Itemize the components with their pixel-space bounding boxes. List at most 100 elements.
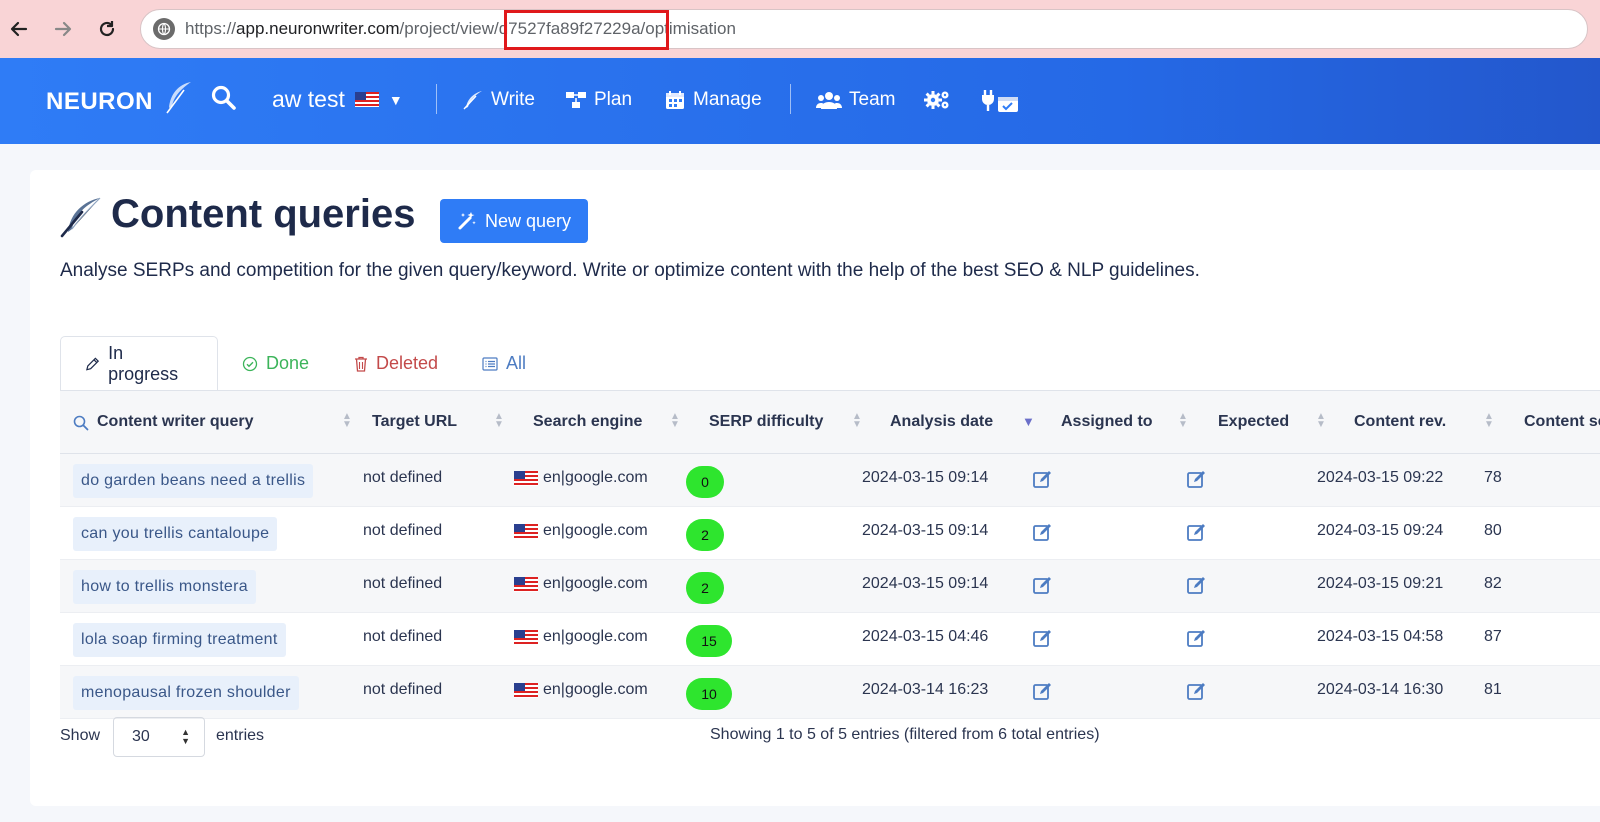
query-link[interactable]: lola soap firming treatment <box>73 623 286 657</box>
settings-button[interactable] <box>924 89 950 111</box>
browser-toolbar: https://app.neuronwriter.com/project/vie… <box>0 0 1600 58</box>
expected-edit-icon[interactable] <box>1186 468 1208 490</box>
sort-icon[interactable]: ▲ ▼ <box>852 412 862 430</box>
target-url-cell: not defined <box>363 469 443 486</box>
entries-per-page-select[interactable]: 30 ▲ ▼ <box>113 717 205 757</box>
nav-plan[interactable]: Plan <box>565 89 632 111</box>
col-content-score[interactable]: Content sc <box>1524 413 1600 431</box>
search-engine-text: en|google.com <box>543 628 648 645</box>
table-row: menopausal frozen shoulder not defined en|… <box>60 666 1600 719</box>
serp-difficulty-badge: 0 <box>686 466 724 498</box>
app-header: NEURON aw test ▼ Write Plan Manage Team <box>0 58 1600 144</box>
chevron-down-icon: ▼ <box>388 91 403 108</box>
header-divider <box>790 84 791 114</box>
search-engine-cell: en|google.com <box>514 575 648 593</box>
sort-icon[interactable]: ▲ ▼ <box>494 412 504 430</box>
col-analysis-date[interactable]: Analysis date <box>890 413 993 431</box>
tab-deleted[interactable]: Deleted <box>330 336 462 391</box>
calendar-icon <box>666 91 684 109</box>
tab-all[interactable]: All <box>458 336 550 391</box>
nav-team[interactable]: Team <box>816 89 895 111</box>
query-link[interactable]: how to trellis monstera <box>73 570 256 604</box>
url-highlight-box <box>504 10 669 50</box>
search-engine-text: en|google.com <box>543 469 648 486</box>
assign-edit-icon[interactable] <box>1032 468 1054 490</box>
analysis-date-cell: 2024-03-15 04:46 <box>862 628 989 645</box>
back-arrow-icon[interactable] <box>4 14 34 44</box>
analysis-date-cell: 2024-03-15 09:14 <box>862 575 989 592</box>
integrations-button[interactable] <box>980 89 1022 113</box>
show-label: Show <box>60 727 101 744</box>
tab-done-label: Done <box>266 353 310 373</box>
table-info: Showing 1 to 5 of 5 entries (filtered fr… <box>710 726 1100 743</box>
address-bar[interactable]: https://app.neuronwriter.com/project/vie… <box>140 9 1588 49</box>
us-flag-icon <box>514 576 538 592</box>
expected-edit-icon[interactable] <box>1186 574 1208 596</box>
sort-icon[interactable]: ▲ ▼ <box>670 412 680 430</box>
col-query[interactable]: Content writer query <box>97 413 253 431</box>
query-link[interactable]: do garden beans need a trellis <box>73 464 314 498</box>
queries-table: Content writer query ▲ ▼ Target URL ▲ ▼ Se… <box>60 390 1600 719</box>
table-row: how to trellis monstera not defined en|goo… <box>60 560 1600 613</box>
content-rev-cell: 2024-03-15 04:58 <box>1317 628 1444 645</box>
nav-write[interactable]: Write <box>462 89 535 111</box>
assign-edit-icon[interactable] <box>1032 627 1054 649</box>
content-score-cell: 82 <box>1484 575 1502 592</box>
pencil-icon <box>86 357 100 371</box>
tab-done[interactable]: Done <box>218 336 333 391</box>
search-engine-text: en|google.com <box>543 575 648 592</box>
us-flag-icon <box>354 92 379 107</box>
table-body: do garden beans need a trellis not define… <box>60 454 1600 719</box>
analysis-date-cell: 2024-03-15 09:14 <box>862 469 989 486</box>
project-selector[interactable]: aw test ▼ <box>272 86 403 113</box>
sort-icon[interactable]: ▲ ▼ <box>342 412 352 430</box>
tab-in-progress[interactable]: In progress <box>60 336 218 391</box>
us-flag-icon <box>514 629 538 645</box>
expected-edit-icon[interactable] <box>1186 627 1208 649</box>
entries-label: entries <box>216 727 265 744</box>
us-flag-icon <box>514 523 538 539</box>
col-search-engine[interactable]: Search engine <box>533 413 642 431</box>
col-serp-difficulty[interactable]: SERP difficulty <box>709 413 823 431</box>
neuron-logo[interactable]: NEURON <box>46 88 153 116</box>
col-content-rev[interactable]: Content rev. <box>1354 413 1446 431</box>
analysis-date-cell: 2024-03-14 16:23 <box>862 681 989 698</box>
site-info-icon[interactable] <box>153 18 175 40</box>
sort-desc-icon[interactable]: ▼ <box>1022 415 1035 428</box>
query-link[interactable]: menopausal frozen shoulder <box>73 676 299 710</box>
url-host: app.neuronwriter.com <box>236 19 400 38</box>
serp-difficulty-badge: 15 <box>686 625 732 657</box>
query-link[interactable]: can you trellis cantaloupe <box>73 517 278 551</box>
feather-icon <box>60 197 101 238</box>
col-target-url[interactable]: Target URL <box>372 413 457 431</box>
sort-icon[interactable]: ▲ ▼ <box>1178 412 1188 430</box>
sort-icon[interactable]: ▲ ▼ <box>1484 412 1494 430</box>
plug-icon <box>982 90 1018 112</box>
search-icon[interactable] <box>73 415 89 431</box>
assign-edit-icon[interactable] <box>1032 680 1054 702</box>
us-flag-icon <box>514 470 538 486</box>
content-rev-cell: 2024-03-15 09:21 <box>1317 575 1444 592</box>
sort-icon[interactable]: ▲ ▼ <box>1316 412 1326 430</box>
project-name: aw test <box>272 86 345 112</box>
search-icon[interactable] <box>210 84 238 112</box>
expected-edit-icon[interactable] <box>1186 680 1208 702</box>
expected-edit-icon[interactable] <box>1186 521 1208 543</box>
new-query-button[interactable]: New query <box>440 199 588 243</box>
search-engine-cell: en|google.com <box>514 628 648 646</box>
col-expected[interactable]: Expected <box>1218 413 1289 431</box>
nav-plan-label: Plan <box>594 89 633 110</box>
col-assigned-to[interactable]: Assigned to <box>1061 413 1153 431</box>
reload-icon[interactable] <box>92 14 122 44</box>
assign-edit-icon[interactable] <box>1032 574 1054 596</box>
page-subtitle: Analyse SERPs and competition for the gi… <box>60 260 1200 281</box>
check-circle-icon <box>242 356 258 371</box>
entries-value: 30 <box>132 728 150 745</box>
assign-edit-icon[interactable] <box>1032 521 1054 543</box>
forward-arrow-icon[interactable] <box>48 14 78 44</box>
target-url-cell: not defined <box>363 681 443 698</box>
target-url-cell: not defined <box>363 522 443 539</box>
table-header: Content writer query ▲ ▼ Target URL ▲ ▼ Se… <box>60 391 1600 454</box>
nav-manage[interactable]: Manage <box>664 89 762 111</box>
tab-in-progress-label: In progress <box>108 343 179 384</box>
